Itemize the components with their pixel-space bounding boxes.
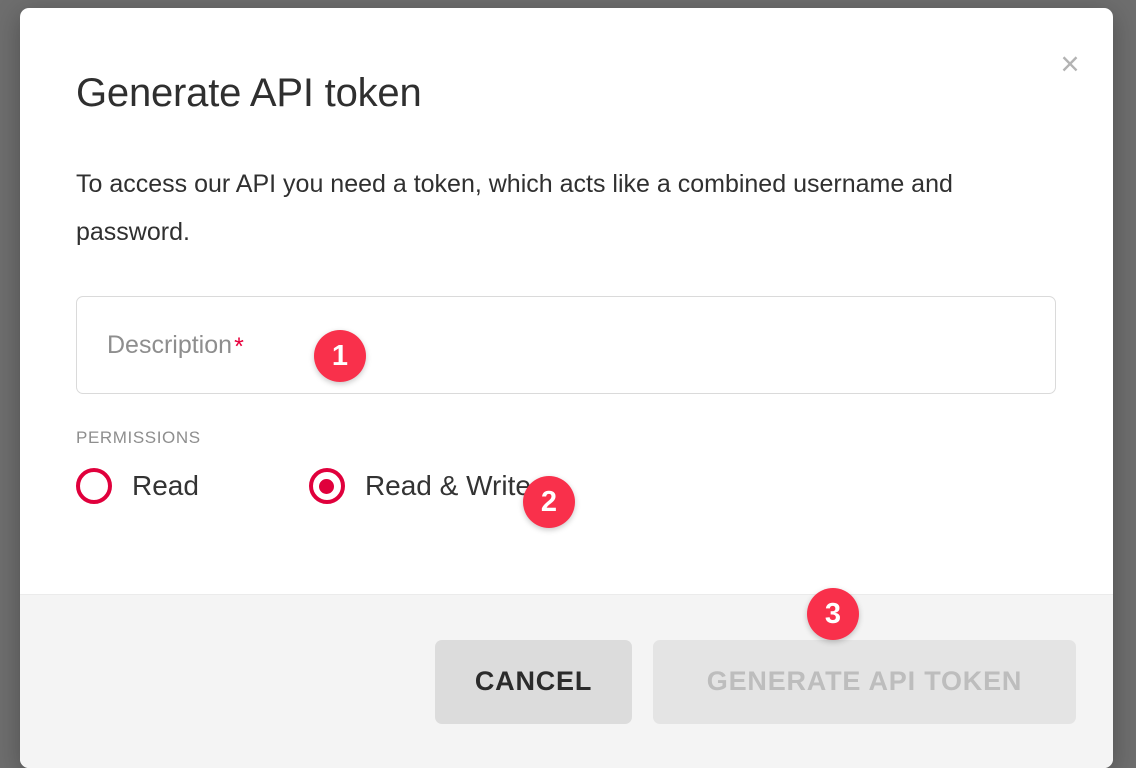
close-icon[interactable]: × xyxy=(1049,42,1091,84)
radio-option-read[interactable]: Read xyxy=(76,468,199,504)
step-badge-2: 2 xyxy=(523,476,575,528)
dialog-title: Generate API token xyxy=(76,8,1057,116)
step-badge-1: 1 xyxy=(314,330,366,382)
dialog-description-text: To access our API you need a token, whic… xyxy=(76,116,986,256)
radio-dot-read-write xyxy=(319,479,334,494)
description-field-wrapper: Description * xyxy=(76,296,1057,394)
step-badge-3: 3 xyxy=(807,588,859,640)
radio-icon-read-write[interactable] xyxy=(309,468,345,504)
dialog-body: Generate API token To access our API you… xyxy=(20,8,1113,504)
radio-label-read: Read xyxy=(132,470,199,502)
radio-icon-read[interactable] xyxy=(76,468,112,504)
generate-api-token-button[interactable]: GENERATE API TOKEN xyxy=(653,640,1076,724)
permissions-label: PERMISSIONS xyxy=(76,428,1057,448)
description-input[interactable] xyxy=(76,296,1056,394)
radio-option-read-write[interactable]: Read & Write xyxy=(309,468,531,504)
generate-api-token-dialog: × Generate API token To access our API y… xyxy=(20,8,1113,768)
cancel-button[interactable]: CANCEL xyxy=(435,640,632,724)
radio-label-read-write: Read & Write xyxy=(365,470,531,502)
